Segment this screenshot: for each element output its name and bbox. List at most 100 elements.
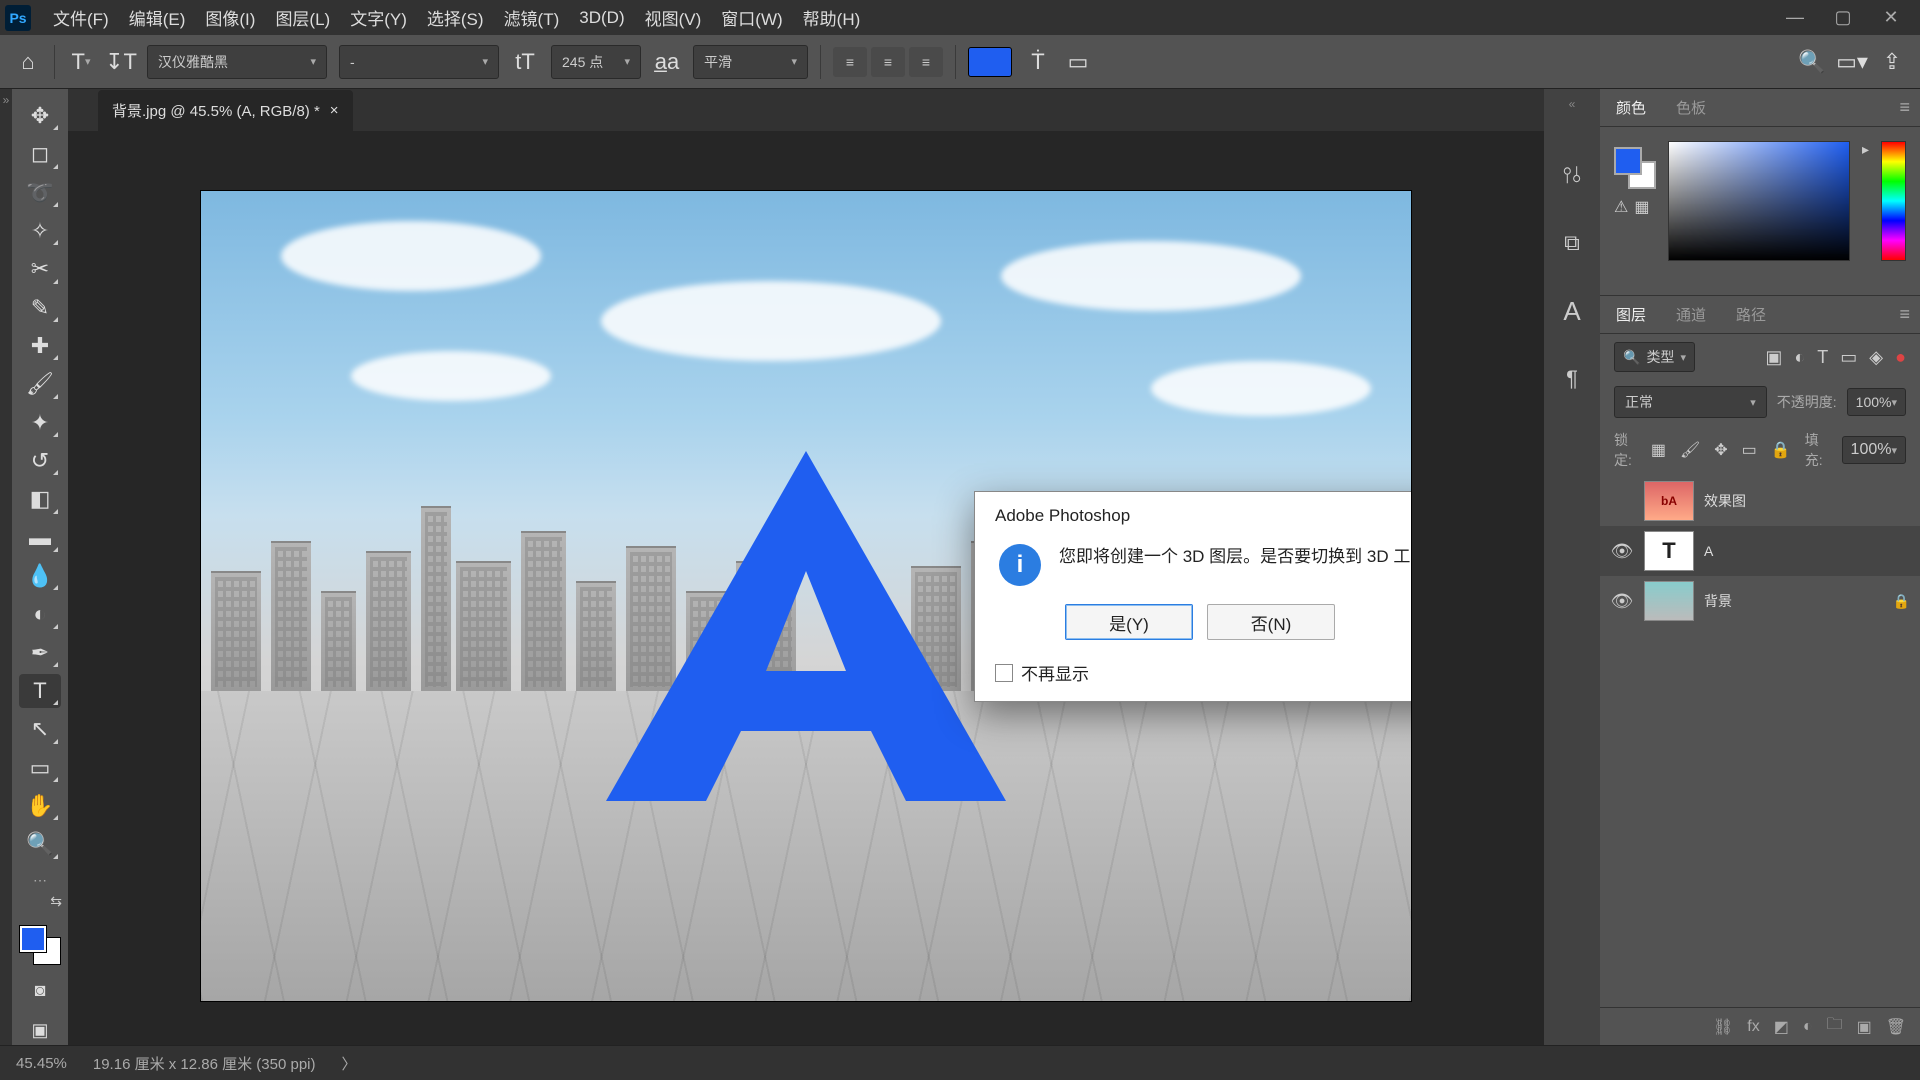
tab-color[interactable]: 颜色	[1610, 89, 1652, 126]
workspace-button[interactable]: ▭▾	[1838, 48, 1866, 76]
share-button[interactable]: ⇪	[1878, 48, 1906, 76]
new-layer-icon[interactable]: ▣	[1857, 1017, 1872, 1037]
visibility-toggle[interactable]: 👁	[1610, 591, 1634, 612]
move-tool[interactable]: ✥	[19, 99, 61, 133]
zoom-display[interactable]: 45.45%	[16, 1055, 67, 1072]
swap-colors-button[interactable]: ⇆	[50, 893, 62, 910]
gradient-tool[interactable]: ▬	[19, 521, 61, 555]
layer-thumbnail[interactable]	[1644, 581, 1694, 621]
link-layers-icon[interactable]: ⛓	[1713, 1017, 1733, 1037]
healing-tool[interactable]: ✚	[19, 329, 61, 363]
search-button[interactable]: 🔍	[1798, 48, 1826, 76]
menu-window[interactable]: 窗口(W)	[711, 0, 792, 36]
quick-mask-button[interactable]: ◙	[19, 976, 61, 1005]
panel-color-boxes[interactable]	[1614, 147, 1656, 189]
tab-layers[interactable]: 图层	[1610, 296, 1652, 333]
home-button[interactable]: ⌂	[14, 48, 42, 76]
layer-thumbnail[interactable]: bA	[1644, 481, 1694, 521]
layer-mask-icon[interactable]: ◩	[1774, 1017, 1789, 1037]
3d-panel-icon[interactable]: ⧉	[1554, 225, 1590, 261]
zoom-tool[interactable]: 🔍	[19, 827, 61, 861]
fill-value[interactable]: 100% ▾	[1842, 436, 1906, 464]
canvas[interactable]: Adobe Photoshop i 您即将创建一个 3D 图层。是否要切换到 3…	[201, 191, 1411, 1001]
menu-edit[interactable]: 编辑(E)	[119, 0, 196, 36]
hue-bar[interactable]	[1881, 141, 1906, 261]
text-color-swatch[interactable]	[968, 47, 1012, 77]
pen-tool[interactable]: ✒	[19, 636, 61, 670]
brush-tool[interactable]: 🖌	[19, 367, 61, 401]
delete-layer-icon[interactable]: 🗑	[1886, 1017, 1906, 1037]
foreground-color[interactable]	[20, 926, 46, 952]
adjustment-layer-icon[interactable]: ◐	[1803, 1018, 1813, 1036]
eyedropper-tool[interactable]: ✎	[19, 291, 61, 325]
screen-mode-button[interactable]: ▣	[19, 1016, 61, 1045]
layer-thumbnail[interactable]: T	[1644, 531, 1694, 571]
align-left-button[interactable]: ≡	[833, 47, 867, 77]
collapse-right[interactable]: «	[1569, 97, 1576, 111]
menu-select[interactable]: 选择(S)	[417, 0, 494, 36]
align-right-button[interactable]: ≡	[909, 47, 943, 77]
visibility-toggle[interactable]: 👁	[1610, 541, 1634, 562]
menu-type[interactable]: 文字(Y)	[340, 0, 417, 36]
web-safe-icon[interactable]: ▦	[1634, 197, 1649, 217]
text-tool-indicator[interactable]: T ▾	[67, 48, 95, 76]
font-family-select[interactable]: 汉仪雅酷黑▾	[147, 45, 327, 79]
window-maximize[interactable]: ▢	[1819, 3, 1867, 33]
menu-image[interactable]: 图像(I)	[195, 0, 265, 36]
layer-group-icon[interactable]: 🗀	[1827, 1013, 1843, 1040]
crop-tool[interactable]: ✂	[19, 252, 61, 286]
menu-view[interactable]: 视图(V)	[635, 0, 712, 36]
character-panel-button[interactable]: ▭	[1064, 48, 1092, 76]
dodge-tool[interactable]: ◐	[19, 597, 61, 631]
paragraph-icon[interactable]: ¶	[1554, 361, 1590, 397]
filter-adjust-icon[interactable]: ◐	[1794, 347, 1805, 368]
menu-3d[interactable]: 3D(D)	[569, 2, 634, 34]
layer-name[interactable]: 背景	[1704, 591, 1732, 611]
menu-help[interactable]: 帮助(H)	[793, 0, 871, 36]
gamut-warning-icon[interactable]: ⚠	[1614, 197, 1628, 217]
tab-swatches[interactable]: 色板	[1670, 89, 1712, 126]
lock-paint-icon[interactable]: 🖌	[1680, 440, 1700, 460]
menu-filter[interactable]: 滤镜(T)	[494, 0, 570, 36]
window-close[interactable]: ✕	[1867, 3, 1915, 33]
filter-image-icon[interactable]: ▣	[1765, 347, 1782, 368]
document-dimensions[interactable]: 19.16 厘米 x 12.86 厘米 (350 ppi)	[93, 1053, 316, 1074]
dialog-yes-button[interactable]: 是(Y)	[1065, 604, 1193, 640]
filter-toggle-icon[interactable]: ●	[1895, 347, 1906, 368]
status-more[interactable]: 〉	[342, 1053, 357, 1074]
hand-tool[interactable]: ✋	[19, 789, 61, 823]
workspace[interactable]: Adobe Photoshop i 您即将创建一个 3D 图层。是否要切换到 3…	[68, 131, 1544, 1045]
tab-paths[interactable]: 路径	[1730, 296, 1772, 333]
lock-all-icon[interactable]: 🔒	[1771, 440, 1791, 460]
color-panel-menu[interactable]: ≡	[1899, 97, 1910, 118]
layer-name[interactable]: A	[1704, 543, 1713, 559]
layer-filter-select[interactable]: 🔍 类型 ▾	[1614, 342, 1695, 372]
dont-show-checkbox[interactable]	[995, 664, 1013, 682]
layer-row[interactable]: 👁 背景 🔒	[1600, 576, 1920, 626]
color-field[interactable]	[1668, 141, 1850, 261]
magic-wand-tool[interactable]: ✧	[19, 214, 61, 248]
warp-text-button[interactable]: Ṫ	[1024, 48, 1052, 76]
blend-mode-select[interactable]: 正常▾	[1614, 386, 1767, 418]
tab-channels[interactable]: 通道	[1670, 296, 1712, 333]
menu-layer[interactable]: 图层(L)	[265, 0, 340, 36]
tool-expand[interactable]: »	[0, 89, 12, 1045]
text-orientation-button[interactable]: ↧T	[107, 48, 135, 76]
eraser-tool[interactable]: ◧	[19, 482, 61, 516]
lock-pos-icon[interactable]: ✥	[1714, 440, 1727, 460]
layers-panel-menu[interactable]: ≡	[1899, 304, 1910, 325]
align-center-button[interactable]: ≡	[871, 47, 905, 77]
adjustments-icon[interactable]: ⫯⫰	[1554, 157, 1590, 193]
lasso-tool[interactable]: ➰	[19, 176, 61, 210]
rectangle-tool[interactable]: ▭	[19, 751, 61, 785]
lock-nest-icon[interactable]: ▭	[1742, 440, 1757, 460]
marquee-tool[interactable]: ◻	[19, 137, 61, 171]
layer-name[interactable]: 效果图	[1704, 491, 1746, 511]
window-minimize[interactable]: —	[1771, 3, 1819, 33]
blur-tool[interactable]: 💧	[19, 559, 61, 593]
color-boxes[interactable]	[20, 926, 60, 964]
dialog-no-button[interactable]: 否(N)	[1207, 604, 1335, 640]
font-style-select[interactable]: -▾	[339, 45, 499, 79]
character-icon[interactable]: A	[1554, 293, 1590, 329]
text-tool[interactable]: T	[19, 674, 61, 708]
